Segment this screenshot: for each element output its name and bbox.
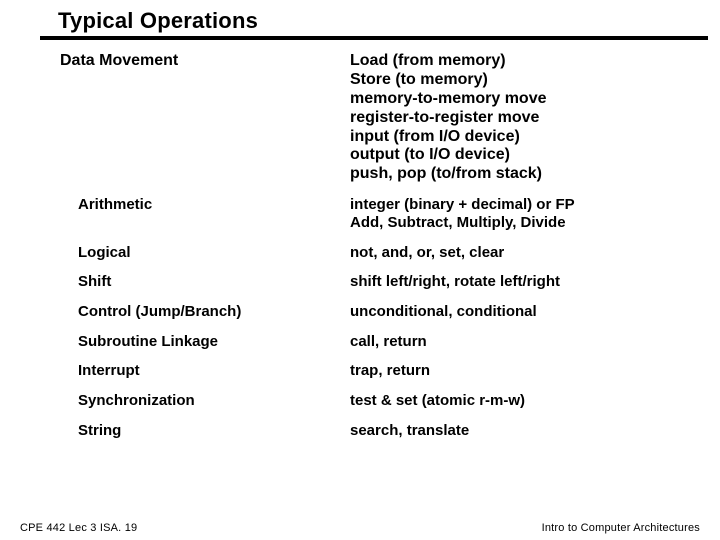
footer-right: Intro to Computer Architectures	[542, 522, 700, 534]
category-details: test & set (atomic r-m-w)	[350, 392, 690, 410]
detail-line: test & set (atomic r-m-w)	[350, 392, 690, 410]
content-area: Data Movement Load (from memory) Store (…	[60, 52, 690, 506]
row-synchronization: Synchronization test & set (atomic r-m-w…	[60, 392, 690, 410]
row-interrupt: Interrupt trap, return	[60, 362, 690, 380]
footer-left: CPE 442 Lec 3 ISA. 19	[20, 522, 137, 534]
detail-line: search, translate	[350, 422, 690, 440]
category-label: Synchronization	[60, 392, 350, 409]
detail-line: integer (binary + decimal) or FP	[350, 196, 690, 214]
detail-line: push, pop (to/from stack)	[350, 165, 690, 184]
category-details: search, translate	[350, 422, 690, 440]
category-label: Logical	[60, 244, 350, 261]
title-rule	[40, 36, 708, 40]
category-label: String	[60, 422, 350, 439]
footer: CPE 442 Lec 3 ISA. 19 Intro to Computer …	[20, 522, 700, 534]
detail-line: memory-to-memory move	[350, 90, 690, 109]
category-details: call, return	[350, 333, 690, 351]
row-subroutine: Subroutine Linkage call, return	[60, 333, 690, 351]
category-details: trap, return	[350, 362, 690, 380]
detail-line: not, and, or, set, clear	[350, 244, 690, 262]
slide: Typical Operations Data Movement Load (f…	[0, 0, 720, 540]
row-shift: Shift shift left/right, rotate left/righ…	[60, 273, 690, 291]
row-string: String search, translate	[60, 422, 690, 440]
detail-line: register-to-register move	[350, 109, 690, 128]
category-label: Control (Jump/Branch)	[60, 303, 350, 320]
category-details: unconditional, conditional	[350, 303, 690, 321]
row-data-movement: Data Movement Load (from memory) Store (…	[60, 52, 690, 184]
category-label: Subroutine Linkage	[60, 333, 350, 350]
category-details: Load (from memory) Store (to memory) mem…	[350, 52, 690, 184]
category-label: Data Movement	[60, 52, 350, 70]
title-wrap: Typical Operations	[58, 8, 680, 34]
detail-line: output (to I/O device)	[350, 146, 690, 165]
category-label: Arithmetic	[60, 196, 350, 213]
category-label: Shift	[60, 273, 350, 290]
row-logical: Logical not, and, or, set, clear	[60, 244, 690, 262]
detail-line: Load (from memory)	[350, 52, 690, 71]
category-label: Interrupt	[60, 362, 350, 379]
detail-line: Add, Subtract, Multiply, Divide	[350, 214, 690, 232]
detail-line: unconditional, conditional	[350, 303, 690, 321]
row-control: Control (Jump/Branch) unconditional, con…	[60, 303, 690, 321]
category-details: shift left/right, rotate left/right	[350, 273, 690, 291]
category-details: integer (binary + decimal) or FP Add, Su…	[350, 196, 690, 231]
row-arithmetic: Arithmetic integer (binary + decimal) or…	[60, 196, 690, 231]
detail-line: input (from I/O device)	[350, 128, 690, 147]
detail-line: shift left/right, rotate left/right	[350, 273, 690, 291]
category-details: not, and, or, set, clear	[350, 244, 690, 262]
detail-line: Store (to memory)	[350, 71, 690, 90]
detail-line: call, return	[350, 333, 690, 351]
slide-title: Typical Operations	[58, 8, 680, 34]
detail-line: trap, return	[350, 362, 690, 380]
